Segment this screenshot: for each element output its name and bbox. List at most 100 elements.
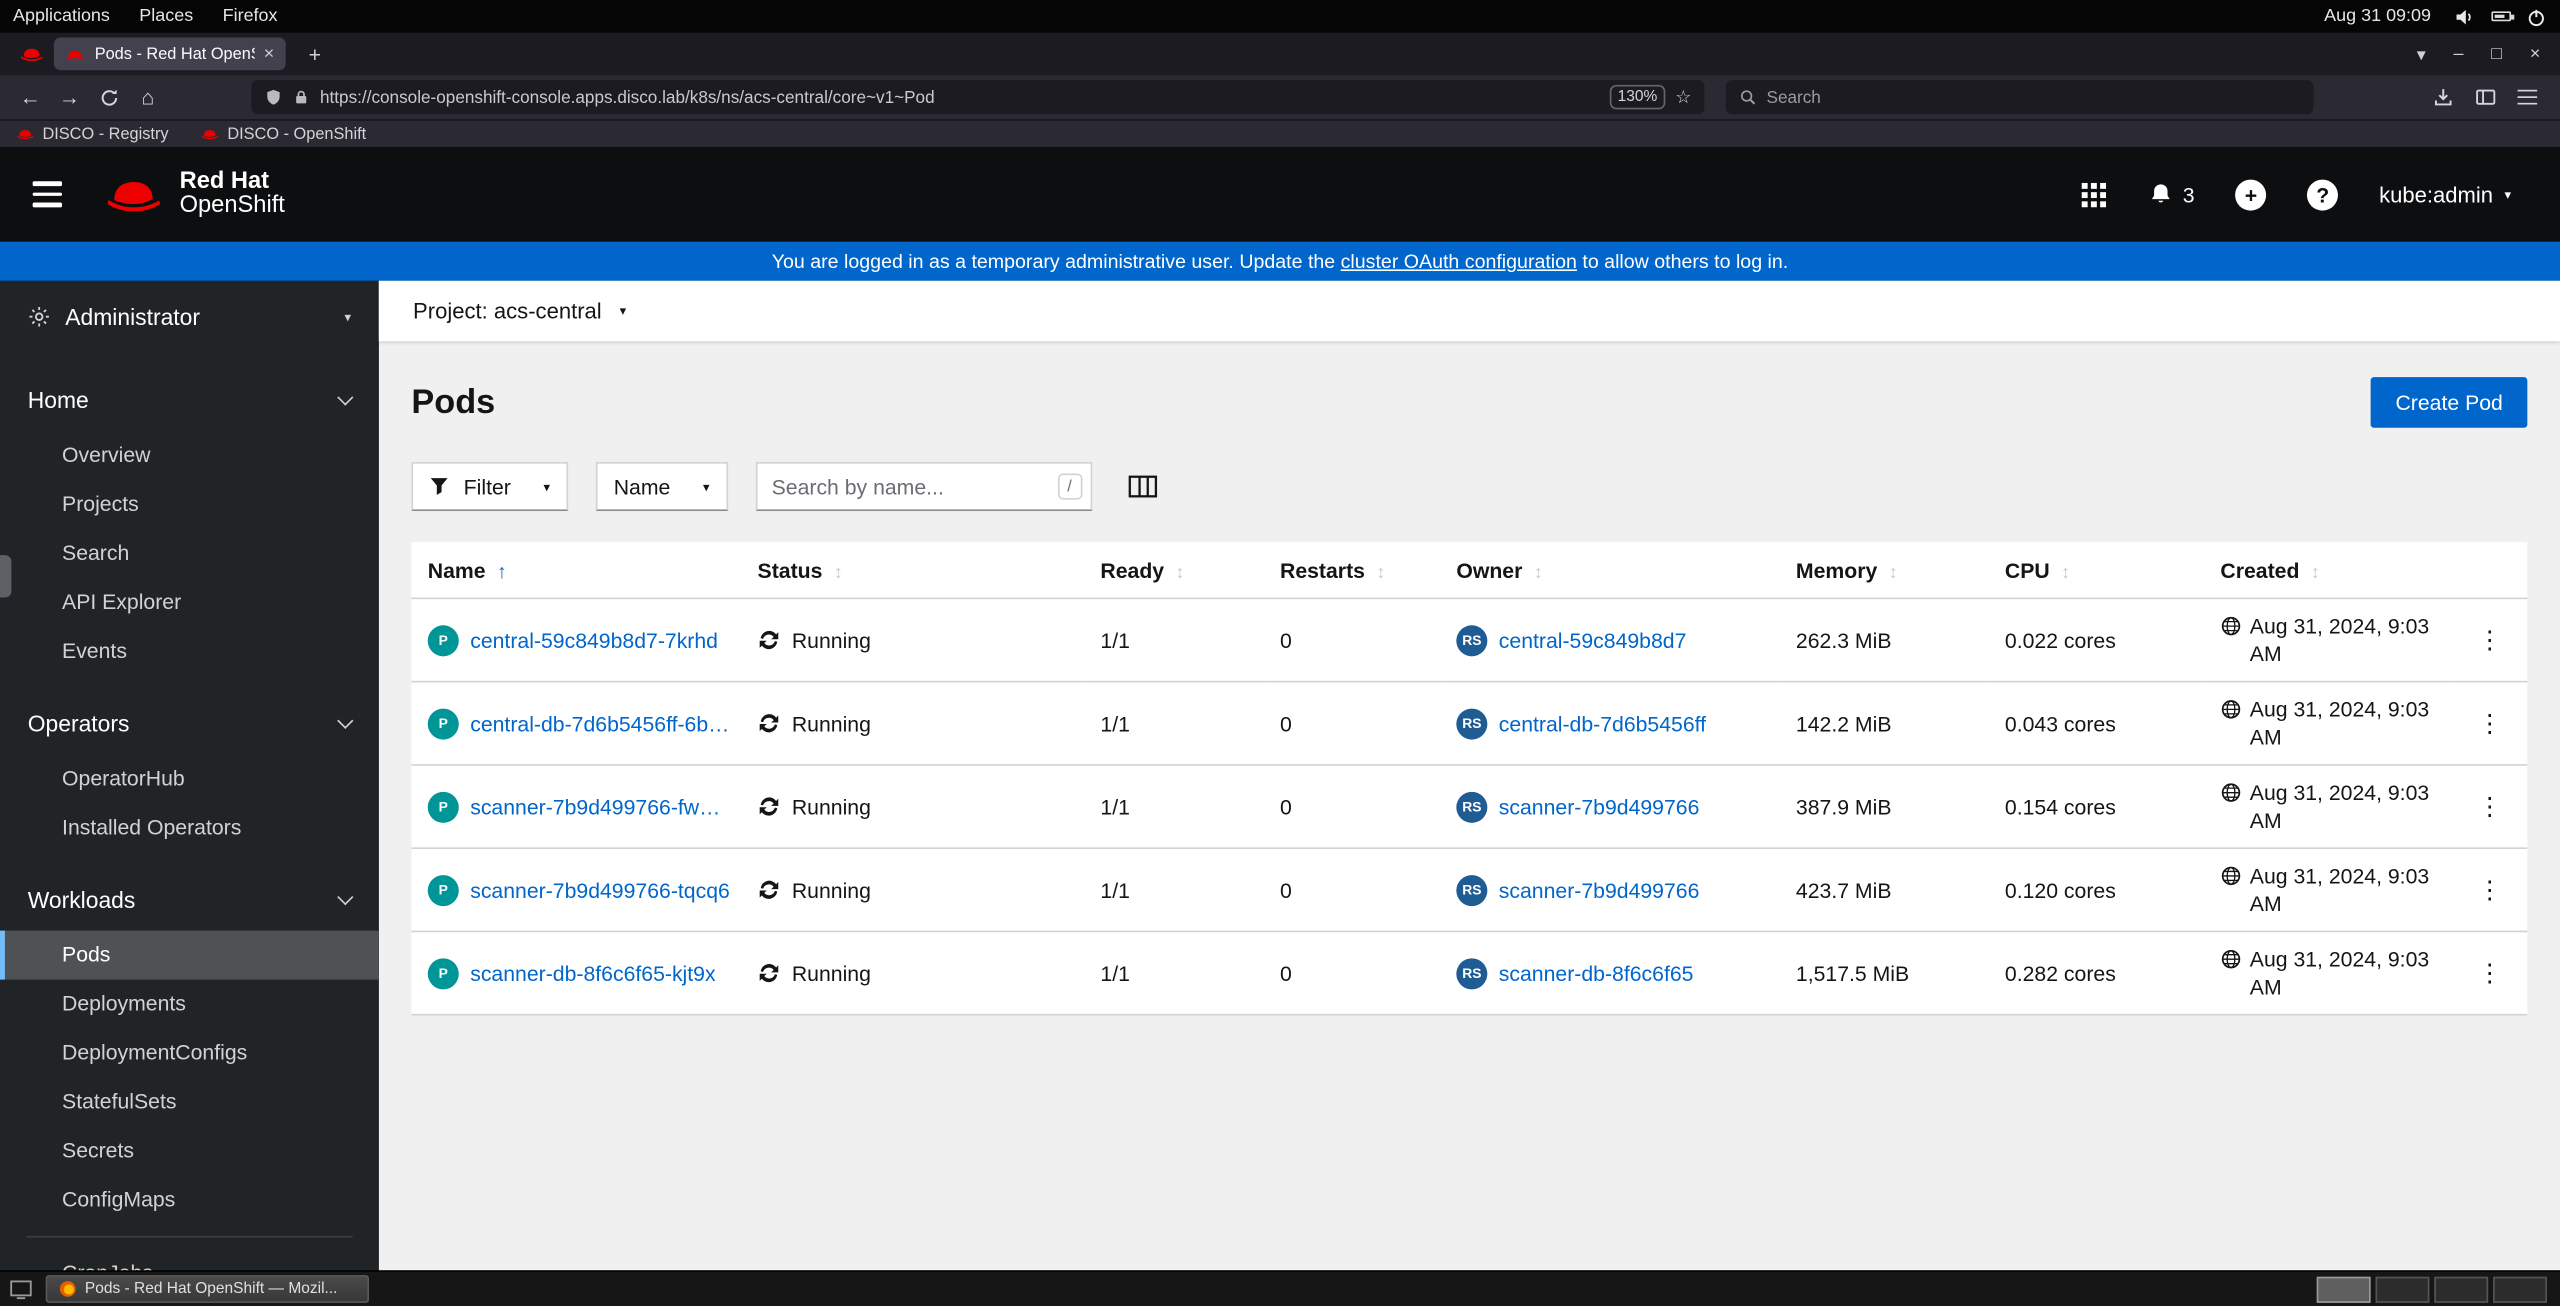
- owner-link[interactable]: central-db-7d6b5456ff: [1499, 711, 1706, 735]
- sidebar-item-api-explorer[interactable]: API Explorer: [0, 578, 379, 627]
- nav-section-home[interactable]: Home: [0, 369, 379, 431]
- nav-toggle-icon[interactable]: [26, 175, 68, 213]
- owner-link[interactable]: scanner-7b9d499766: [1499, 878, 1700, 902]
- sort-icon: ↕: [1533, 563, 1543, 583]
- name-filter-dropdown[interactable]: Name ▾: [595, 462, 728, 512]
- created-text: Aug 31, 2024, 9:03 AM: [2249, 697, 2430, 750]
- volume-icon[interactable]: [2454, 6, 2475, 27]
- workspace-3[interactable]: [2434, 1275, 2489, 1303]
- quick-create-button[interactable]: +: [2235, 178, 2267, 210]
- user-menu[interactable]: kube:admin ▾: [2379, 182, 2511, 206]
- table-row: Pscanner-7b9d499766-fw79s Running 1/1 0 …: [411, 764, 2528, 849]
- forward-button[interactable]: →: [56, 85, 84, 109]
- home-button[interactable]: ⌂: [134, 85, 162, 109]
- window-close-button[interactable]: ×: [2530, 44, 2541, 64]
- col-header-memory[interactable]: Memory ↕: [1782, 542, 1992, 600]
- tab-overflow-icon[interactable]: ▾: [2417, 43, 2426, 65]
- notifications-button[interactable]: 3: [2148, 181, 2195, 207]
- pod-name-link[interactable]: central-db-7d6b5456ff-6bjv4: [470, 711, 731, 735]
- lock-icon[interactable]: [292, 88, 310, 106]
- create-pod-button[interactable]: Create Pod: [2370, 377, 2528, 428]
- project-selector[interactable]: Project: acs-central ▾: [378, 280, 2560, 342]
- col-label: CPU: [2004, 558, 2050, 583]
- chevron-down-icon: [337, 389, 354, 406]
- row-kebab-button[interactable]: ⋮: [2468, 625, 2512, 655]
- oauth-config-link[interactable]: cluster OAuth configuration: [1341, 250, 1577, 273]
- row-kebab-button[interactable]: ⋮: [2468, 875, 2512, 905]
- help-button[interactable]: ?: [2307, 178, 2339, 210]
- col-header-status[interactable]: Status ↕: [744, 542, 1088, 600]
- col-header-name[interactable]: Name ↑: [411, 542, 745, 600]
- power-icon[interactable]: [2526, 6, 2547, 27]
- sidebar-item-configmaps[interactable]: ConfigMaps: [0, 1176, 379, 1225]
- restarts-cell: 0: [1266, 764, 1444, 849]
- new-tab-button[interactable]: +: [302, 42, 327, 66]
- places-menu[interactable]: Places: [139, 7, 193, 27]
- sidebar-item-overview[interactable]: Overview: [0, 431, 379, 480]
- bookmark-star-icon[interactable]: ☆: [1675, 87, 1691, 108]
- filter-dropdown[interactable]: Filter ▾: [411, 462, 569, 512]
- url-bar[interactable]: https://console-openshift-console.apps.d…: [251, 79, 1705, 115]
- nav-section-workloads[interactable]: Workloads: [0, 869, 379, 931]
- sidebar-item-deployments[interactable]: Deployments: [0, 980, 379, 1029]
- sort-icon: ↕: [2061, 563, 2071, 583]
- sidebar-item-deploymentconfigs[interactable]: DeploymentConfigs: [0, 1029, 379, 1078]
- drawer-handle[interactable]: [0, 555, 12, 598]
- battery-icon[interactable]: [2490, 6, 2514, 27]
- bookmark-disco-registry[interactable]: DISCO - Registry: [16, 125, 169, 143]
- zoom-indicator[interactable]: 130%: [1609, 84, 1666, 110]
- window-maximize-button[interactable]: □: [2491, 44, 2502, 64]
- browser-tab[interactable]: Pods - Red Hat OpenShift ×: [53, 37, 286, 71]
- status-text: Running: [791, 960, 871, 986]
- workspace-1[interactable]: [2316, 1275, 2371, 1303]
- pod-name-link[interactable]: scanner-7b9d499766-fw79s: [470, 794, 731, 818]
- firefox-menu[interactable]: Firefox: [223, 7, 278, 27]
- sidebar-toggle-icon[interactable]: [2475, 87, 2496, 108]
- taskbar-window-label: Pods - Red Hat OpenShift — Mozil...: [84, 1279, 338, 1298]
- perspective-switcher[interactable]: Administrator ▾: [0, 281, 379, 353]
- window-minimize-button[interactable]: –: [2454, 44, 2464, 64]
- owner-link[interactable]: scanner-7b9d499766: [1499, 794, 1700, 818]
- browser-menu-icon[interactable]: [2517, 89, 2538, 106]
- sidebar-item-projects[interactable]: Projects: [0, 480, 379, 529]
- tracking-shield-icon[interactable]: [264, 88, 282, 106]
- app-launcher-icon[interactable]: [2080, 180, 2108, 208]
- col-header-ready[interactable]: Ready ↕: [1087, 542, 1267, 600]
- save-page-icon[interactable]: [2433, 87, 2454, 108]
- sidebar-item-pods[interactable]: Pods: [0, 930, 379, 980]
- sidebar-item-search[interactable]: Search: [0, 529, 379, 578]
- applications-menu[interactable]: Applications: [13, 7, 110, 27]
- browser-search-field[interactable]: Search: [1725, 79, 2314, 115]
- pod-name-link[interactable]: central-59c849b8d7-7krhd: [470, 628, 718, 652]
- pod-name-link[interactable]: scanner-7b9d499766-tqcq6: [470, 878, 730, 902]
- col-header-owner[interactable]: Owner ↕: [1443, 542, 1783, 600]
- workspace-2[interactable]: [2375, 1275, 2430, 1303]
- reload-button[interactable]: [95, 87, 123, 107]
- manage-columns-button[interactable]: [1128, 473, 1157, 499]
- search-by-name-input[interactable]: [755, 462, 1092, 512]
- sidebar-item-events[interactable]: Events: [0, 627, 379, 676]
- col-header-created[interactable]: Created ↕: [2207, 542, 2453, 600]
- bookmark-label: DISCO - OpenShift: [227, 124, 367, 143]
- taskbar-window-button[interactable]: Pods - Red Hat OpenShift — Mozil...: [45, 1275, 369, 1303]
- show-desktop-icon[interactable]: [10, 1279, 33, 1299]
- sidebar-item-cronjobs[interactable]: CronJobs: [0, 1249, 379, 1270]
- back-button[interactable]: ←: [16, 85, 44, 109]
- row-kebab-button[interactable]: ⋮: [2468, 958, 2512, 988]
- col-header-cpu[interactable]: CPU ↕: [1991, 542, 2208, 600]
- sidebar-item-statefulsets[interactable]: StatefulSets: [0, 1078, 379, 1127]
- sidebar-item-installed-operators[interactable]: Installed Operators: [0, 803, 379, 852]
- clock[interactable]: Aug 31 09:09: [2324, 7, 2431, 27]
- row-kebab-button[interactable]: ⋮: [2468, 709, 2512, 738]
- pod-name-link[interactable]: scanner-db-8f6c6f65-kjt9x: [470, 961, 715, 985]
- sidebar-item-secrets[interactable]: Secrets: [0, 1127, 379, 1176]
- col-header-restarts[interactable]: Restarts ↕: [1266, 542, 1444, 600]
- row-kebab-button[interactable]: ⋮: [2468, 792, 2512, 821]
- sidebar-item-operatorhub[interactable]: OperatorHub: [0, 754, 379, 803]
- nav-section-operators[interactable]: Operators: [0, 692, 379, 754]
- owner-link[interactable]: scanner-db-8f6c6f65: [1499, 961, 1694, 985]
- owner-link[interactable]: central-59c849b8d7: [1499, 628, 1687, 652]
- workspace-4[interactable]: [2493, 1275, 2547, 1303]
- bookmark-disco-openshift[interactable]: DISCO - OpenShift: [201, 125, 366, 143]
- tab-close-icon[interactable]: ×: [264, 44, 275, 64]
